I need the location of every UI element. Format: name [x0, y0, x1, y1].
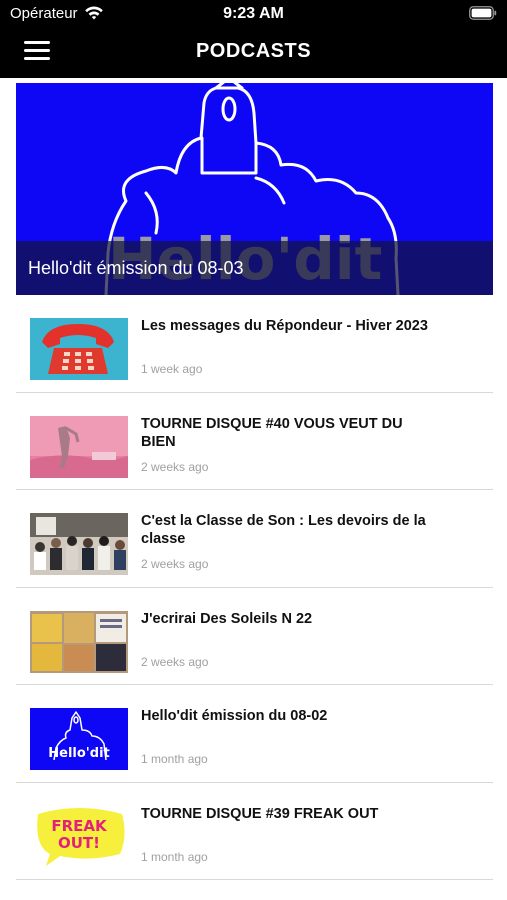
pink-landscape-thumbnail-image — [30, 415, 128, 478]
thumbnail-text-line-2: OUT! — [58, 834, 100, 852]
status-bar: Opérateur 9:23 AM — [0, 0, 507, 28]
episode-list-item[interactable]: Les messages du Répondeur - Hiver 2023 1… — [16, 295, 493, 393]
episode-thumbnail — [30, 610, 128, 673]
featured-episode-banner[interactable]: Hello'dit Hello'dit émission du 08-03 — [16, 83, 493, 295]
episode-thumbnail: Hello'dit — [30, 708, 128, 770]
nav-bar: PODCASTS — [0, 28, 507, 78]
thumbnail-logo-text: Hello'dit — [48, 746, 110, 761]
hello-dit-thumbnail-image: Hello'dit — [30, 708, 128, 770]
featured-episode-title: Hello'dit émission du 08-03 — [16, 241, 493, 295]
status-time: 9:23 AM — [223, 5, 284, 22]
episode-title: TOURNE DISQUE #39 FREAK OUT — [141, 805, 379, 822]
classroom-group-thumbnail-image — [30, 513, 128, 575]
episode-list-item[interactable]: J'ecrirai Des Soleils N 22 2 weeks ago — [16, 588, 493, 685]
freak-out-thumbnail-image: FREAK OUT! — [30, 805, 128, 868]
episode-date: 2 weeks ago — [141, 459, 209, 474]
episode-date: 1 month ago — [141, 849, 208, 864]
episode-list-item[interactable]: FREAK OUT! TOURNE DISQUE #39 FREAK OUT 1… — [16, 783, 493, 880]
episode-thumbnail: FREAK OUT! — [30, 805, 128, 868]
episode-list: Les messages du Répondeur - Hiver 2023 1… — [16, 295, 493, 880]
posters-thumbnail-image — [30, 610, 128, 673]
episode-date: 1 month ago — [141, 752, 208, 766]
episode-title: J'ecrirai Des Soleils N 22 — [141, 610, 313, 627]
episode-date: 1 week ago — [141, 362, 203, 376]
telephone-thumbnail-image — [30, 318, 128, 380]
episode-list-item[interactable]: C'est la Classe de Son : Les devoirs de … — [16, 490, 493, 588]
episode-thumbnail — [30, 513, 128, 575]
thumbnail-text-line-1: FREAK — [51, 817, 108, 835]
episode-title: Hello'dit émission du 08-02 — [141, 708, 328, 724]
episode-date: 2 weeks ago — [141, 557, 209, 571]
episode-title: TOURNE DISQUE #40 VOUS VEUT DU BIEN — [141, 415, 403, 450]
page-title: PODCASTS — [195, 40, 312, 62]
episode-list-item[interactable]: Hello'dit Hello'dit émission du 08-02 1 … — [16, 685, 493, 783]
battery-icon — [469, 6, 497, 20]
podcast-list-screen: Hello'dit Hello'dit émission du 08-03 Le… — [0, 78, 507, 900]
episode-title: Les messages du Répondeur - Hiver 2023 — [141, 318, 428, 334]
episode-title: C'est la Classe de Son : Les devoirs de … — [141, 513, 426, 547]
episode-list-item[interactable]: TOURNE DISQUE #40 VOUS VEUT DU BIEN 2 we… — [16, 393, 493, 490]
episode-date: 2 weeks ago — [141, 654, 209, 669]
episode-thumbnail — [30, 318, 128, 380]
episode-thumbnail — [30, 415, 128, 478]
